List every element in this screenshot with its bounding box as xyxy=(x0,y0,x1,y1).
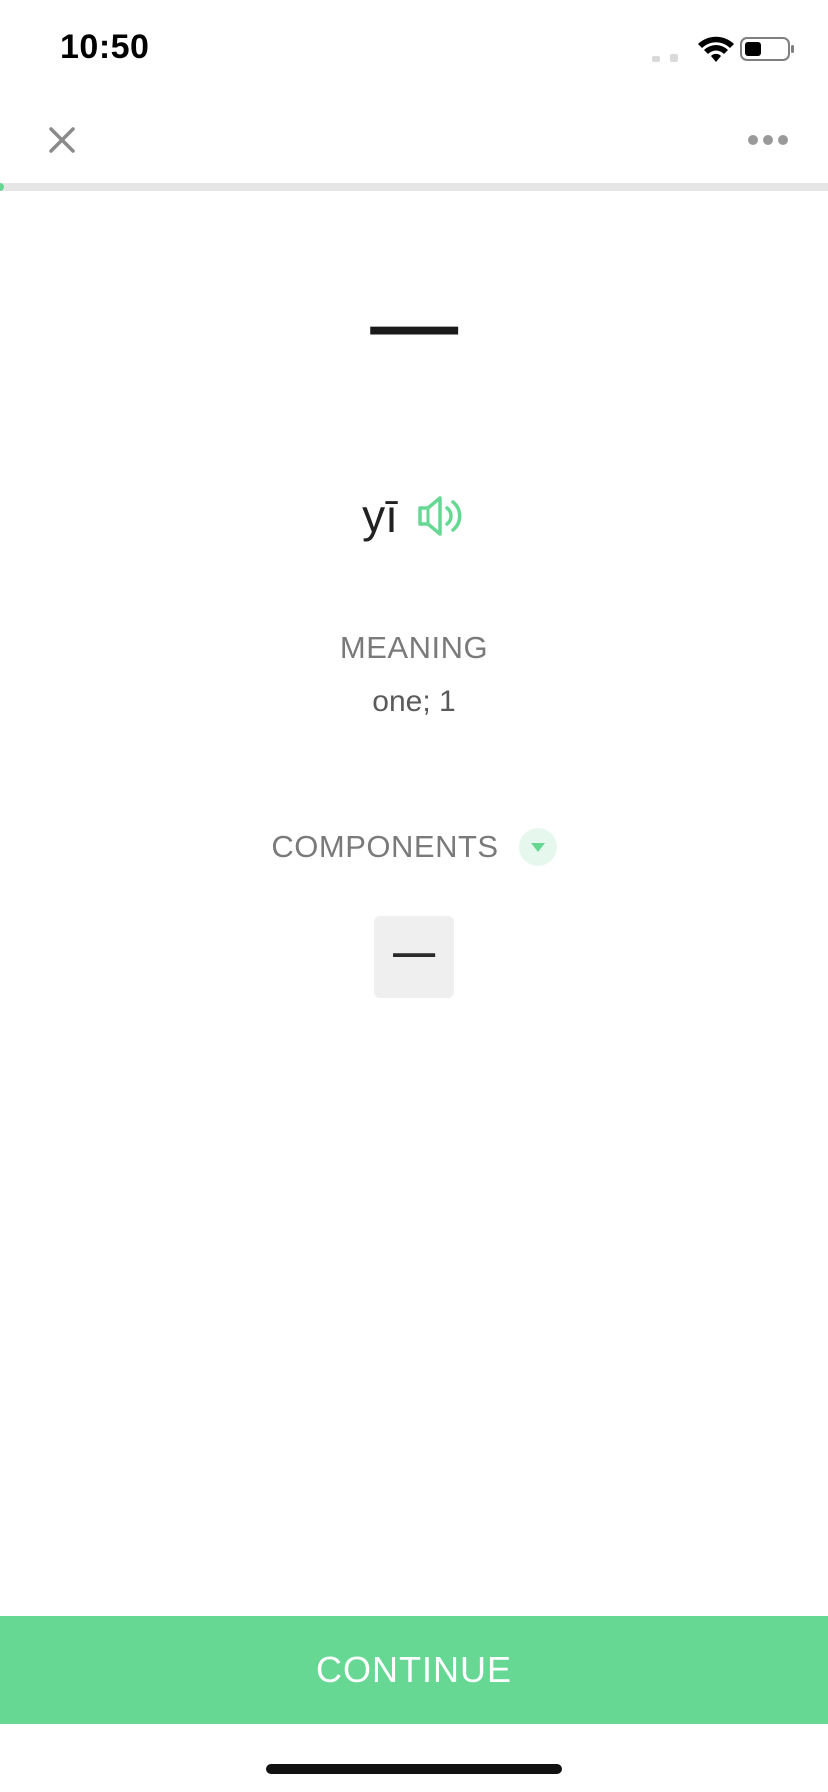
lesson-progress-bar xyxy=(0,183,828,191)
continue-button[interactable]: CONTINUE xyxy=(0,1616,828,1724)
component-tile[interactable]: 一 xyxy=(374,916,454,998)
lesson-header xyxy=(0,100,828,186)
cellular-signal-icon xyxy=(652,50,680,62)
hanzi-character: 一 xyxy=(0,280,828,390)
components-toggle-button[interactable] xyxy=(518,828,557,866)
status-bar: 10:50 xyxy=(0,0,828,100)
meaning-value: one; 1 xyxy=(372,685,456,718)
more-options-button[interactable] xyxy=(738,120,798,160)
components-header: COMPONENTS xyxy=(0,822,828,872)
progress-fill xyxy=(0,183,4,191)
continue-label: CONTINUE xyxy=(316,1649,512,1690)
components-label: COMPONENTS xyxy=(271,829,499,864)
home-indicator xyxy=(266,1764,562,1774)
close-button[interactable] xyxy=(40,118,84,162)
pinyin-text: yī xyxy=(362,490,398,542)
battery-icon xyxy=(740,36,796,62)
character-glyph: 一 xyxy=(366,279,462,391)
component-glyph: 一 xyxy=(391,930,437,984)
meaning-label: MEANING xyxy=(339,630,489,665)
pinyin-row: yī xyxy=(0,486,828,546)
play-audio-button[interactable] xyxy=(416,494,466,538)
close-icon xyxy=(49,127,75,153)
wifi-icon xyxy=(698,36,734,64)
status-time: 10:50 xyxy=(60,28,150,66)
speaker-icon xyxy=(418,496,462,536)
more-horizontal-icon xyxy=(748,135,788,145)
caret-down-icon xyxy=(530,843,545,852)
